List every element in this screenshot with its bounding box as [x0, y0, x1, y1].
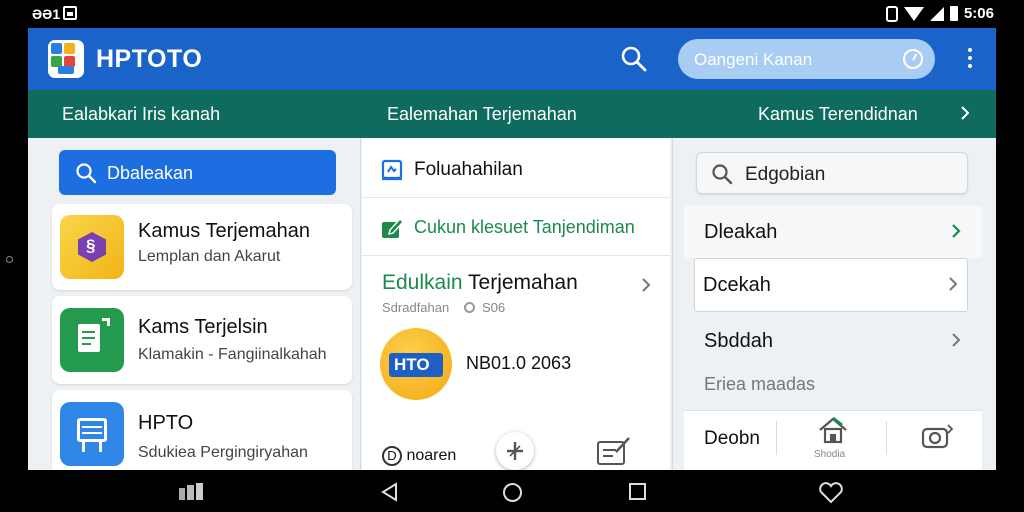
- home-nav-icon[interactable]: [502, 482, 523, 503]
- badge-text: HTO: [394, 355, 430, 374]
- status-time: 5:06: [963, 5, 994, 22]
- list-item[interactable]: Cukun klesuet Tanjendiman: [362, 200, 670, 256]
- status-left-text: ƏƏ1: [32, 6, 61, 22]
- tab-1[interactable]: Ealabkari Iris kanah: [62, 104, 220, 125]
- tab-bar: Ealabkari Iris kanah Ealemahan Terjemaha…: [28, 90, 996, 138]
- chevron-right-icon[interactable]: [958, 104, 972, 122]
- home-caption: Shodia: [814, 449, 846, 460]
- edit-icon: [380, 216, 404, 240]
- app-bar: HPTOTO Oangeni Kanan: [28, 28, 996, 90]
- right-footer: Deobn Shodia: [684, 410, 982, 470]
- left-search-label: Dbaleakan: [107, 163, 194, 183]
- list-item-label: Dcekah: [703, 274, 771, 296]
- footer-text: noaren: [406, 447, 457, 464]
- image-notification-icon: [63, 6, 77, 20]
- app-title: HPTOTO: [96, 45, 203, 73]
- card-title: HPTO: [138, 412, 194, 434]
- search-icon[interactable]: [620, 45, 648, 73]
- right-search-input[interactable]: Edgobian: [696, 152, 968, 194]
- translate-glyph: §: [86, 236, 96, 255]
- recent-apps-icon[interactable]: [178, 482, 204, 502]
- translate-app-icon: §: [60, 215, 124, 279]
- search-icon: [75, 162, 97, 184]
- footer-label[interactable]: D noaren: [382, 446, 456, 466]
- app-logo-icon[interactable]: [48, 40, 84, 78]
- list-item-label: Dleakah: [704, 221, 778, 243]
- wifi-icon: [903, 6, 924, 21]
- list-item[interactable]: Foluahahilan: [362, 138, 670, 198]
- row-label: Foluahahilan: [414, 159, 523, 180]
- footer-label[interactable]: Deobn: [704, 428, 760, 450]
- hpto-badge-icon: HTO: [380, 328, 452, 400]
- row-label: Cukun klesuet Tanjendiman: [414, 217, 635, 237]
- list-item[interactable]: Kams Terjelsin Klamakin - Fangiinalkahah: [52, 296, 352, 384]
- faded-label: Eriea maadas: [704, 374, 816, 394]
- card-subtitle: Lemplan dan Akarut: [138, 248, 281, 265]
- list-item[interactable]: Dleakah: [684, 206, 982, 258]
- note-edit-icon[interactable]: [596, 434, 632, 468]
- vibrate-icon: [885, 5, 898, 22]
- code-text: NB01.0 2063: [466, 353, 572, 373]
- section-title-accent: Edulkain: [382, 271, 463, 294]
- app-window: HPTOTO Oangeni Kanan Ealabkari Iris kana…: [28, 28, 996, 470]
- chevron-right-icon: [947, 275, 959, 293]
- home-icon[interactable]: [816, 415, 850, 445]
- search-input[interactable]: Oangeni Kanan: [678, 39, 935, 79]
- card-subtitle: Sdukiea Pergingiryahan: [138, 444, 308, 461]
- signal-icon: [929, 6, 944, 21]
- footer-divider: [776, 421, 777, 455]
- card-title: Kams Terjelsin: [138, 316, 268, 338]
- side-indicator-dot: [6, 256, 13, 263]
- left-search-button[interactable]: Dbaleakan: [59, 150, 336, 195]
- overview-icon[interactable]: [628, 482, 647, 501]
- column-divider: [672, 138, 673, 470]
- printer-app-icon: [60, 402, 124, 466]
- chevron-right-icon[interactable]: [640, 276, 652, 294]
- chevron-right-icon: [950, 222, 962, 240]
- right-column: Edgobian Dleakah Dcekah Sbddah Eriea maa…: [684, 138, 982, 470]
- overflow-menu-icon[interactable]: [966, 48, 974, 70]
- list-item[interactable]: § Kamus Terjemahan Lemplan dan Akarut: [52, 204, 352, 290]
- tab-3[interactable]: Kamus Terendidnan: [758, 104, 918, 125]
- circle-d-icon: D: [382, 446, 402, 466]
- add-fab-icon[interactable]: [496, 432, 534, 470]
- history-icon[interactable]: [903, 49, 923, 69]
- column-divider: [360, 138, 361, 470]
- list-item[interactable]: HPTO Sdukiea Pergingiryahan: [52, 390, 352, 470]
- list-item[interactable]: Dcekah: [694, 258, 968, 312]
- list-item-label: Sbddah: [704, 330, 773, 352]
- section-meta-count: S06: [482, 300, 506, 315]
- translation-card[interactable]: Edulkain Terjemahan Sdradfahan S06 HTO N…: [362, 258, 670, 470]
- camera-icon[interactable]: [920, 421, 956, 451]
- middle-column: Foluahahilan Cukun klesuet Tanjendiman E…: [362, 138, 670, 470]
- search-placeholder: Oangeni Kanan: [694, 50, 813, 69]
- footer-divider: [886, 421, 887, 455]
- list-item[interactable]: Sbddah: [684, 316, 982, 368]
- card-subtitle: Klamakin - Fangiinalkahah: [138, 346, 327, 363]
- battery-icon: [949, 6, 958, 21]
- card-title: Kamus Terjemahan: [138, 220, 310, 242]
- back-icon[interactable]: [380, 482, 400, 502]
- left-column: Dbaleakan § Kamus Terjemahan Lemplan dan…: [40, 138, 358, 470]
- document-app-icon: [60, 308, 124, 372]
- system-nav-bar: [0, 470, 1024, 512]
- chevron-right-icon: [950, 331, 962, 349]
- heart-icon[interactable]: [818, 482, 844, 504]
- right-search-label: Edgobian: [745, 164, 826, 185]
- search-icon: [711, 163, 733, 185]
- section-meta: Sdradfahan: [382, 300, 450, 315]
- status-bar: ƏƏ1 5:06: [0, 0, 1024, 28]
- tab-2[interactable]: Ealemahan Terjemahan: [387, 104, 577, 125]
- section-title: Terjemahan: [468, 271, 578, 294]
- clock-small-icon: [464, 302, 475, 313]
- bookmark-icon: [380, 158, 404, 182]
